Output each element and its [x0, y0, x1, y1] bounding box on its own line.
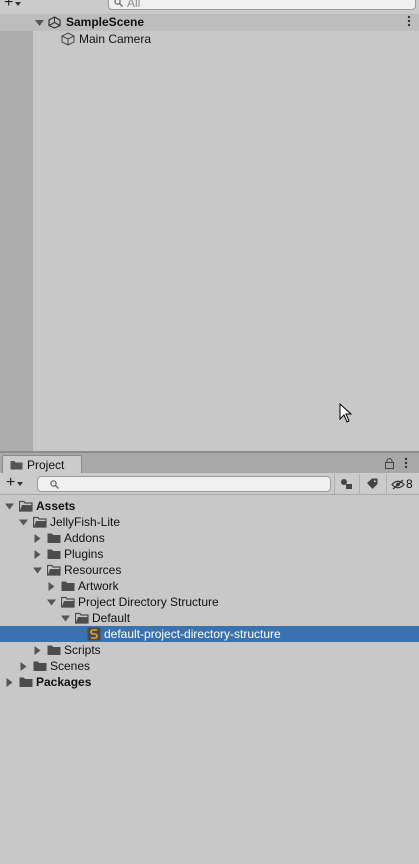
hierarchy-toolbar: + All	[0, 0, 419, 12]
tree-row-selected[interactable]: default-project-directory-structure	[0, 626, 419, 642]
search-icon	[50, 480, 59, 489]
hierarchy-search-input[interactable]: All	[108, 0, 416, 10]
tree-row[interactable]: JellyFish-Lite	[0, 514, 419, 530]
collapse-arrow-icon[interactable]	[47, 582, 56, 591]
tree-row[interactable]: Plugins	[0, 546, 419, 562]
gameobject-label: Main Camera	[79, 32, 152, 46]
hierarchy-panel: + All SampleScene Main Camera	[0, 0, 419, 451]
more-options-icon[interactable]	[407, 15, 411, 27]
search-placeholder: All	[127, 0, 141, 10]
folder-open-icon	[33, 516, 47, 528]
tree-row[interactable]: Packages	[0, 674, 419, 690]
tree-item-label: Packages	[36, 675, 92, 689]
folder-icon	[33, 661, 47, 671]
search-by-type-button[interactable]	[334, 474, 358, 494]
folder-open-icon	[75, 612, 89, 624]
tree-row[interactable]: Artwork	[0, 578, 419, 594]
project-panel: Project + 8 Assets JellyFish-Lite Addons Pl…	[0, 451, 419, 864]
tree-row[interactable]: Project Directory Structure	[0, 594, 419, 610]
folder-icon	[19, 677, 33, 687]
tag-icon	[366, 478, 377, 489]
tree-item-label: Project Directory Structure	[78, 595, 219, 609]
project-search-input[interactable]	[37, 476, 331, 492]
expand-arrow-icon[interactable]	[35, 20, 44, 26]
search-by-label-button[interactable]	[359, 474, 383, 494]
dropdown-caret-icon	[17, 482, 24, 486]
hidden-packages-toggle[interactable]: 8	[386, 474, 419, 494]
tree-item-label: Resources	[64, 563, 122, 577]
folder-open-icon	[47, 564, 61, 576]
folder-icon	[47, 645, 61, 655]
tree-item-label: default-project-directory-structure	[104, 627, 281, 641]
tree-item-label: JellyFish-Lite	[50, 515, 121, 529]
expand-arrow-icon[interactable]	[61, 614, 70, 623]
tab-project[interactable]: Project	[2, 455, 82, 473]
expand-arrow-icon[interactable]	[47, 598, 56, 607]
expand-arrow-icon[interactable]	[5, 502, 14, 511]
tree-item-label: Plugins	[64, 547, 104, 561]
filter-by-type-icon	[341, 479, 352, 489]
asset-file-icon	[87, 627, 101, 641]
unity-scene-icon	[48, 16, 61, 29]
collapse-arrow-icon[interactable]	[19, 662, 28, 671]
tree-item-label: Scenes	[50, 659, 91, 673]
search-icon	[114, 0, 123, 7]
tree-row[interactable]: Addons	[0, 530, 419, 546]
expand-arrow-icon[interactable]	[19, 518, 28, 527]
collapse-arrow-icon[interactable]	[33, 646, 42, 655]
tree-item-label: Default	[92, 611, 131, 625]
eye-slash-icon	[391, 479, 405, 489]
lock-icon[interactable]	[385, 458, 394, 469]
dropdown-caret-icon	[15, 2, 22, 6]
more-options-icon[interactable]	[404, 457, 408, 469]
folder-icon	[47, 549, 61, 559]
collapse-arrow-icon[interactable]	[33, 534, 42, 543]
scene-row[interactable]: SampleScene	[0, 14, 419, 31]
tree-row[interactable]: Assets	[0, 498, 419, 514]
tree-row[interactable]: Default	[0, 610, 419, 626]
collapse-arrow-icon[interactable]	[5, 678, 14, 687]
tree-row[interactable]: Scenes	[0, 658, 419, 674]
tree-item-label: Artwork	[78, 579, 119, 593]
folder-open-icon	[19, 500, 33, 512]
tree-item-label: Scripts	[64, 643, 101, 657]
project-tabbar: Project	[0, 453, 419, 473]
tree-row[interactable]: Scripts	[0, 642, 419, 658]
tree-item-label: Assets	[36, 499, 76, 513]
plus-icon: +	[6, 474, 16, 491]
folder-icon	[61, 581, 75, 591]
project-create-button[interactable]: +	[6, 475, 34, 491]
tree-item-label: Addons	[64, 531, 105, 545]
mouse-cursor-icon	[339, 403, 353, 423]
hidden-count-label: 8	[406, 477, 413, 491]
hierarchy-gutter	[0, 14, 33, 451]
expand-arrow-icon[interactable]	[33, 566, 42, 575]
hierarchy-body[interactable]	[33, 14, 419, 451]
gameobject-cube-icon	[61, 32, 75, 46]
folder-open-icon	[61, 596, 75, 608]
plus-icon: +	[4, 0, 14, 11]
collapse-arrow-icon[interactable]	[33, 550, 42, 559]
project-toolbar: + 8	[0, 473, 419, 495]
hierarchy-add-button[interactable]: +	[4, 0, 32, 11]
tab-label: Project	[27, 458, 65, 472]
scene-name: SampleScene	[66, 15, 145, 29]
folder-icon	[10, 461, 23, 470]
tree-row[interactable]: Resources	[0, 562, 419, 578]
folder-icon	[47, 533, 61, 543]
